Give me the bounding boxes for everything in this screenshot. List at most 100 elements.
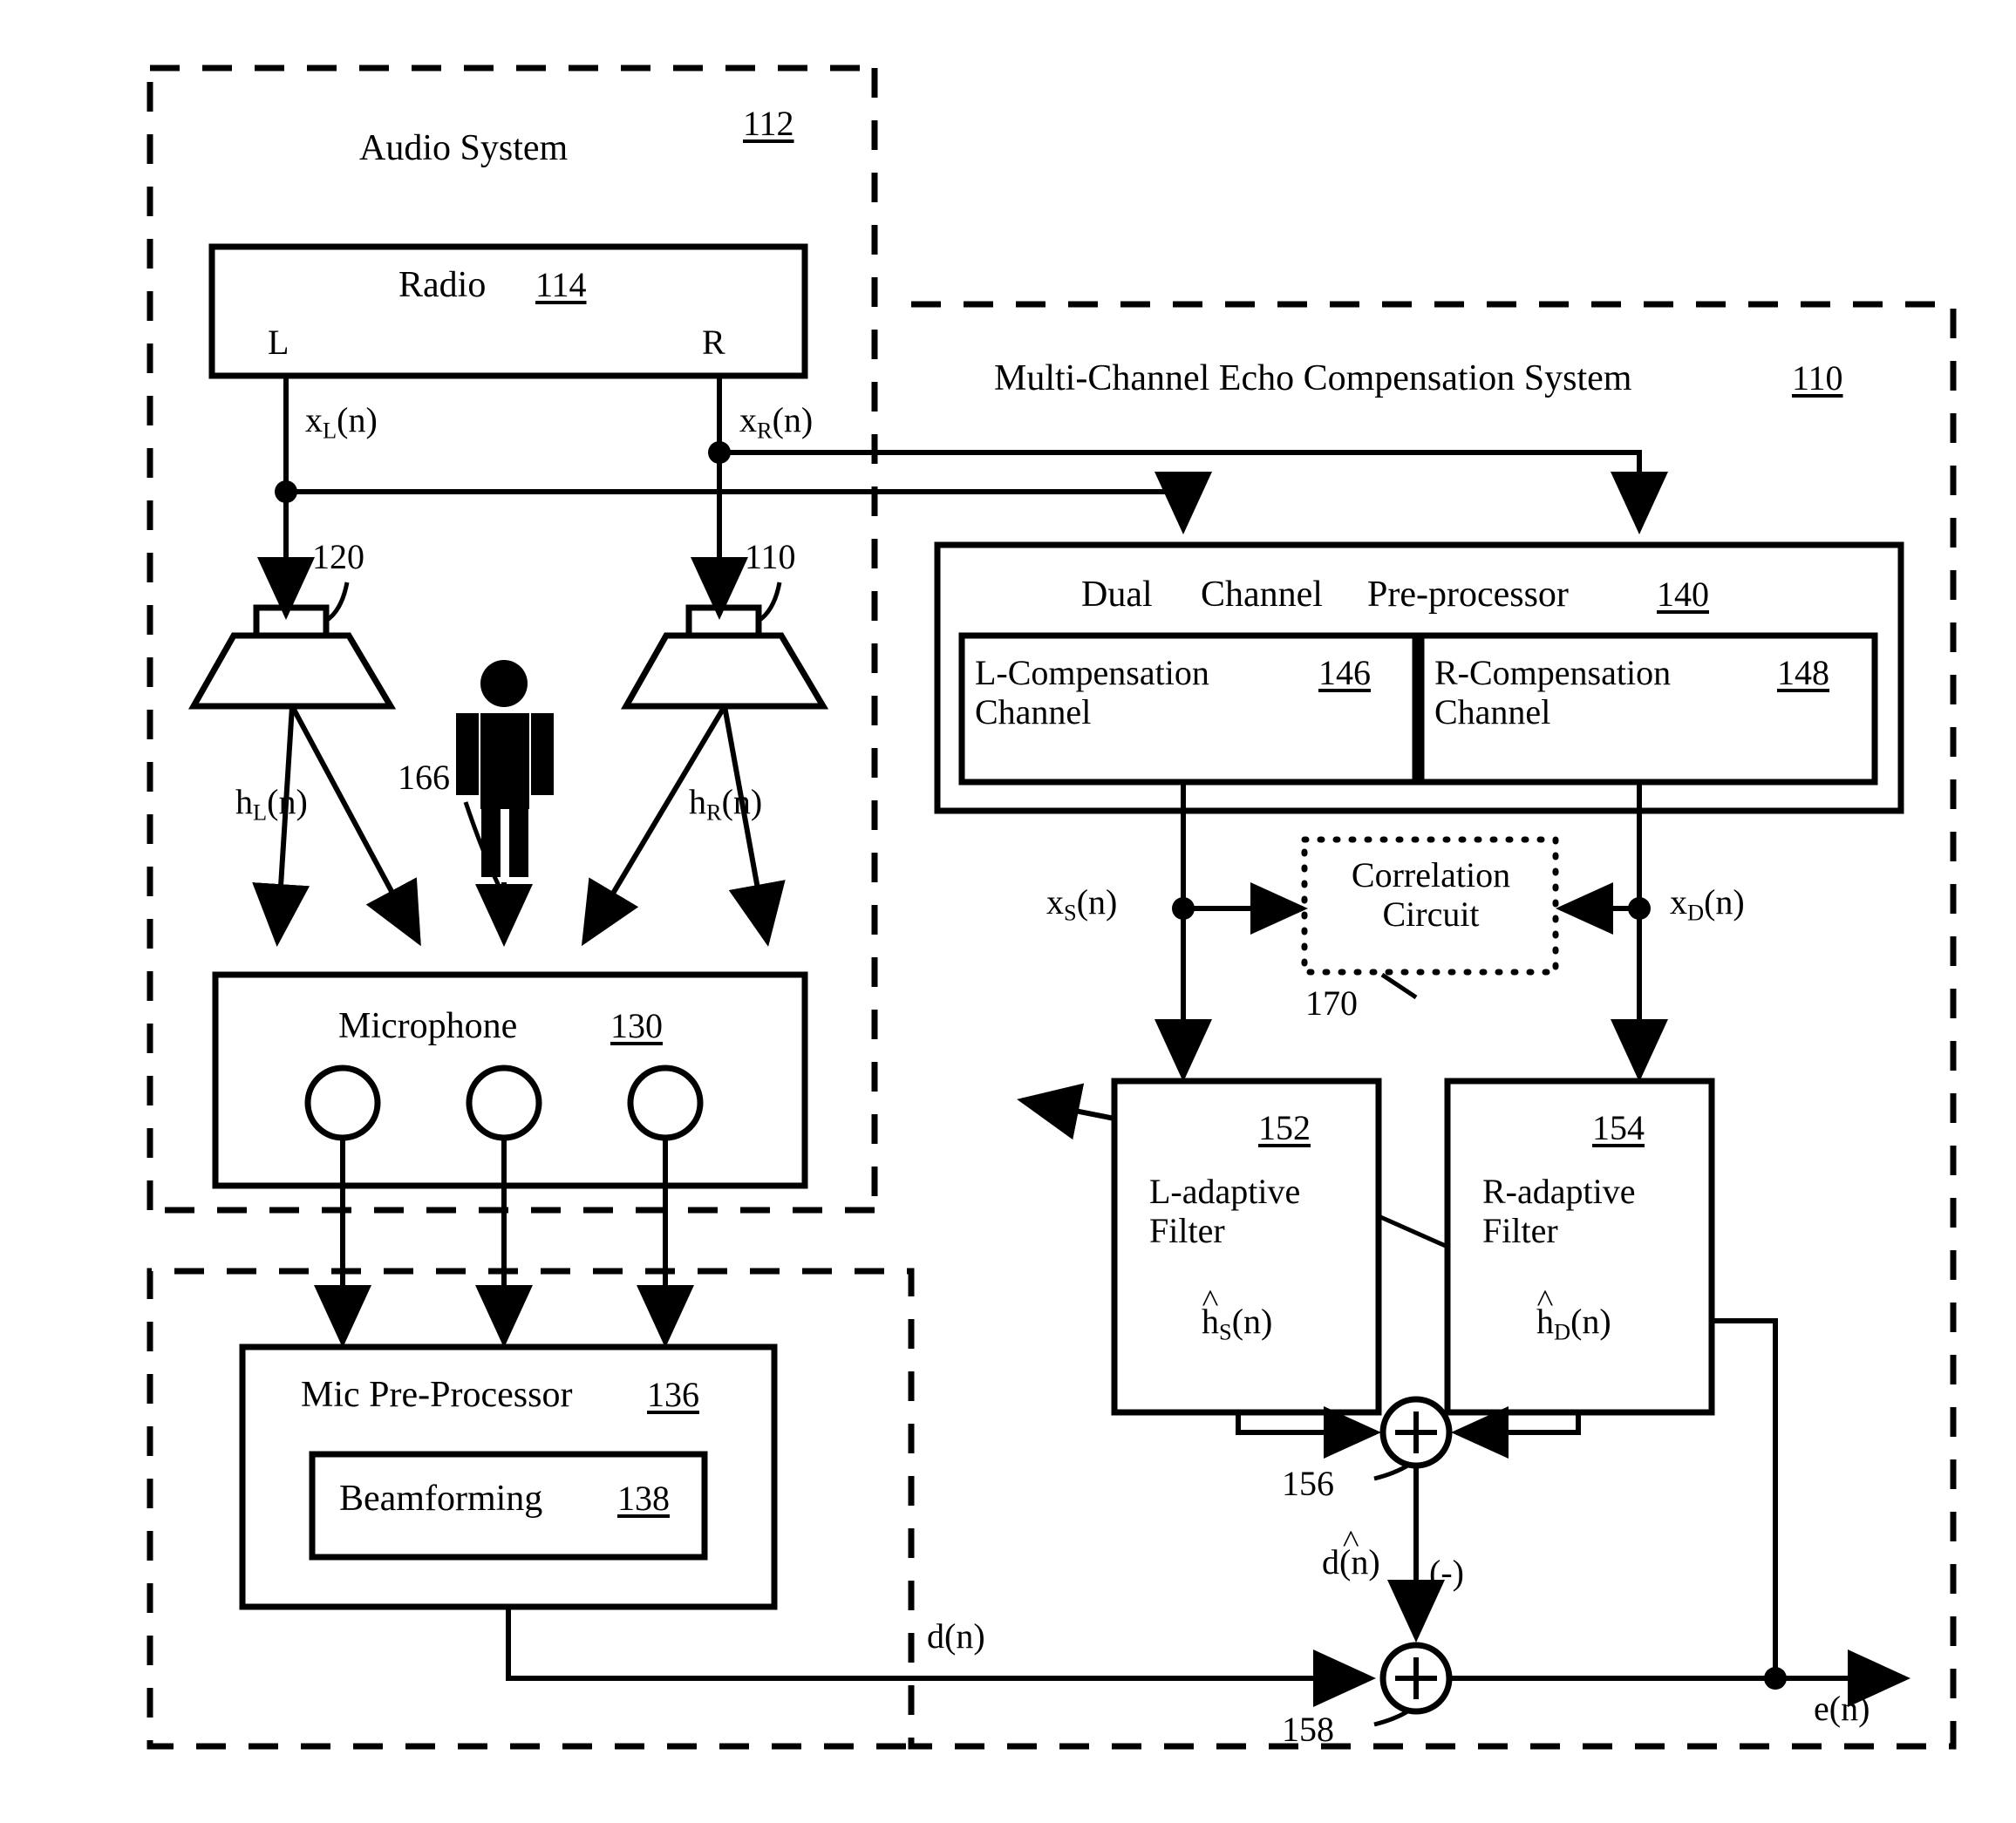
x-right-junction-dot bbox=[708, 441, 731, 464]
h-left-tail: (n) bbox=[267, 782, 308, 821]
echo-system-ref: 110 bbox=[1792, 358, 1843, 398]
x-s-junction-dot bbox=[1172, 897, 1195, 920]
x-s-subscript: S bbox=[1064, 899, 1077, 926]
speaker-right-cone bbox=[620, 632, 829, 710]
x-d-tail: (n) bbox=[1704, 882, 1745, 922]
r-adaptive-filter-label: R-adaptive Filter bbox=[1482, 1172, 1636, 1251]
r-filter-coef-subscript: D bbox=[1554, 1318, 1571, 1345]
summer-156-ref: 156 bbox=[1282, 1464, 1334, 1503]
person-ref: 166 bbox=[398, 758, 450, 797]
mic-capsule-1 bbox=[304, 1065, 381, 1141]
x-right-signal-label: xR(n) bbox=[739, 401, 813, 443]
mic-preprocessor-label: Mic Pre-Processor bbox=[301, 1375, 573, 1415]
l-compensation-channel-label: L-Compensation Channel bbox=[975, 653, 1209, 732]
x-d-subscript: D bbox=[1687, 899, 1705, 926]
dual-channel-preprocessor-label-part2: Channel bbox=[1201, 575, 1323, 615]
e-feedback-to-r-filter bbox=[1712, 1318, 1778, 1678]
correlation-circuit-label: Correlation Circuit bbox=[1322, 855, 1540, 935]
dual-channel-preprocessor-label-part1: Dual bbox=[1081, 575, 1153, 615]
r-adaptive-filter-coefficient: ˄ hD(n) bbox=[1536, 1282, 1611, 1345]
audio-system-ref: 112 bbox=[743, 104, 794, 143]
x-d-base: x bbox=[1670, 882, 1687, 922]
audio-system-title: Audio System bbox=[359, 128, 569, 168]
radio-ref: 114 bbox=[535, 265, 587, 304]
speaker-left-leader bbox=[324, 582, 350, 623]
r-compensation-line1: R-Compensation bbox=[1434, 653, 1672, 692]
l-adaptive-filter-ref: 152 bbox=[1258, 1108, 1311, 1147]
radio-right-output-label: R bbox=[702, 323, 725, 362]
r-compensation-channel-ref: 148 bbox=[1777, 653, 1829, 692]
d-hat-accent: ˄ bbox=[1341, 1520, 1360, 1557]
r-adaptive-filter-ref: 154 bbox=[1592, 1108, 1645, 1147]
l-filter-output-left-arrow bbox=[1017, 1083, 1115, 1140]
x-left-branch-to-preprocessor bbox=[286, 472, 1212, 534]
x-d-junction-dot bbox=[1628, 897, 1651, 920]
d-signal-label: d(n) bbox=[927, 1616, 985, 1656]
r-adaptive-filter-line2: Filter bbox=[1482, 1210, 1558, 1250]
h-right-base: h bbox=[689, 782, 706, 821]
speaker-right-ref: 110 bbox=[745, 537, 796, 576]
speaker-left-ref: 120 bbox=[312, 537, 364, 576]
h-left-label: hL(n) bbox=[235, 783, 308, 825]
radio-left-output-label: L bbox=[268, 323, 289, 362]
h-right-label: hR(n) bbox=[689, 783, 762, 825]
x-left-signal-label: xL(n) bbox=[305, 401, 378, 443]
l-compensation-channel-ref: 146 bbox=[1318, 653, 1371, 692]
correlation-circuit-line2: Circuit bbox=[1382, 894, 1480, 934]
x-left-subscript: L bbox=[323, 417, 337, 444]
x-right-subscript: R bbox=[757, 417, 773, 444]
mic-preprocessor-ref: 136 bbox=[647, 1375, 699, 1414]
l-filter-to-summer-156 bbox=[1236, 1406, 1381, 1459]
correlation-circuit-ref: 170 bbox=[1305, 983, 1358, 1023]
x-s-signal-label: xS(n) bbox=[1046, 883, 1117, 925]
summer-158-leader bbox=[1373, 1708, 1411, 1727]
x-s-tail: (n) bbox=[1076, 882, 1118, 922]
x-right-tail: (n) bbox=[772, 400, 814, 439]
h-left-subscript: L bbox=[253, 799, 268, 826]
echo-system-title: Multi-Channel Echo Compensation System bbox=[994, 358, 1632, 398]
summer-158-ref: 158 bbox=[1282, 1710, 1334, 1749]
r-filter-coef-tail: (n) bbox=[1570, 1302, 1611, 1341]
radio-label: Radio bbox=[398, 265, 487, 305]
mic-capsule-3 bbox=[627, 1065, 704, 1141]
r-adaptive-filter-line1: R-adaptive bbox=[1482, 1172, 1636, 1211]
beamforming-ref: 138 bbox=[617, 1479, 670, 1518]
l-filter-coef-tail: (n) bbox=[1231, 1302, 1273, 1341]
l-filter-hat-accent: ˄ bbox=[1201, 1280, 1220, 1316]
d-hat-signal-label: ˄ d(n) bbox=[1322, 1522, 1380, 1581]
correlation-circuit-leader bbox=[1380, 972, 1418, 1000]
summer-158-circle bbox=[1379, 1642, 1453, 1715]
acoustic-path-left-inner bbox=[289, 704, 421, 947]
e-signal-tap-dot bbox=[1764, 1667, 1787, 1690]
correlation-circuit-line1: Correlation bbox=[1351, 855, 1511, 894]
l-adaptive-filter-label: L-adaptive Filter bbox=[1149, 1172, 1300, 1251]
microphone-label: Microphone bbox=[338, 1006, 518, 1046]
patent-figure-canvas: Audio System 112 Radio 114 L R xL(n) xR(… bbox=[0, 0, 2016, 1823]
person-icon bbox=[456, 660, 554, 877]
summer-156-circle bbox=[1379, 1396, 1453, 1469]
x-right-base: x bbox=[739, 400, 757, 439]
l-adaptive-filter-coefficient: ˄ hS(n) bbox=[1202, 1282, 1273, 1345]
speaker-left-cone bbox=[187, 632, 397, 710]
x-left-base: x bbox=[305, 400, 323, 439]
l-compensation-line2: Channel bbox=[975, 691, 1092, 731]
r-filter-to-summer-156 bbox=[1451, 1406, 1581, 1459]
dual-channel-preprocessor-ref: 140 bbox=[1657, 575, 1709, 614]
x-right-branch-to-preprocessor bbox=[719, 450, 1668, 534]
dual-channel-preprocessor-label-part3: Pre-processor bbox=[1367, 575, 1569, 615]
speaker-left-mount bbox=[253, 604, 330, 639]
x-s-base: x bbox=[1046, 882, 1064, 922]
e-signal-label: e(n) bbox=[1814, 1689, 1870, 1728]
speaker-right-mount bbox=[685, 604, 762, 639]
h-left-base: h bbox=[235, 782, 253, 821]
h-right-subscript: R bbox=[706, 799, 722, 826]
r-compensation-channel-label: R-Compensation Channel bbox=[1434, 653, 1672, 732]
microphone-ref: 130 bbox=[610, 1006, 663, 1045]
l-compensation-line1: L-Compensation bbox=[975, 653, 1209, 692]
l-filter-coef-subscript: S bbox=[1219, 1318, 1232, 1345]
x-d-signal-label: xD(n) bbox=[1670, 883, 1745, 925]
h-right-tail: (n) bbox=[721, 782, 763, 821]
filter-interconnect bbox=[1377, 1214, 1449, 1249]
negative-sign-label: (-) bbox=[1429, 1553, 1464, 1592]
r-compensation-line2: Channel bbox=[1434, 691, 1551, 731]
